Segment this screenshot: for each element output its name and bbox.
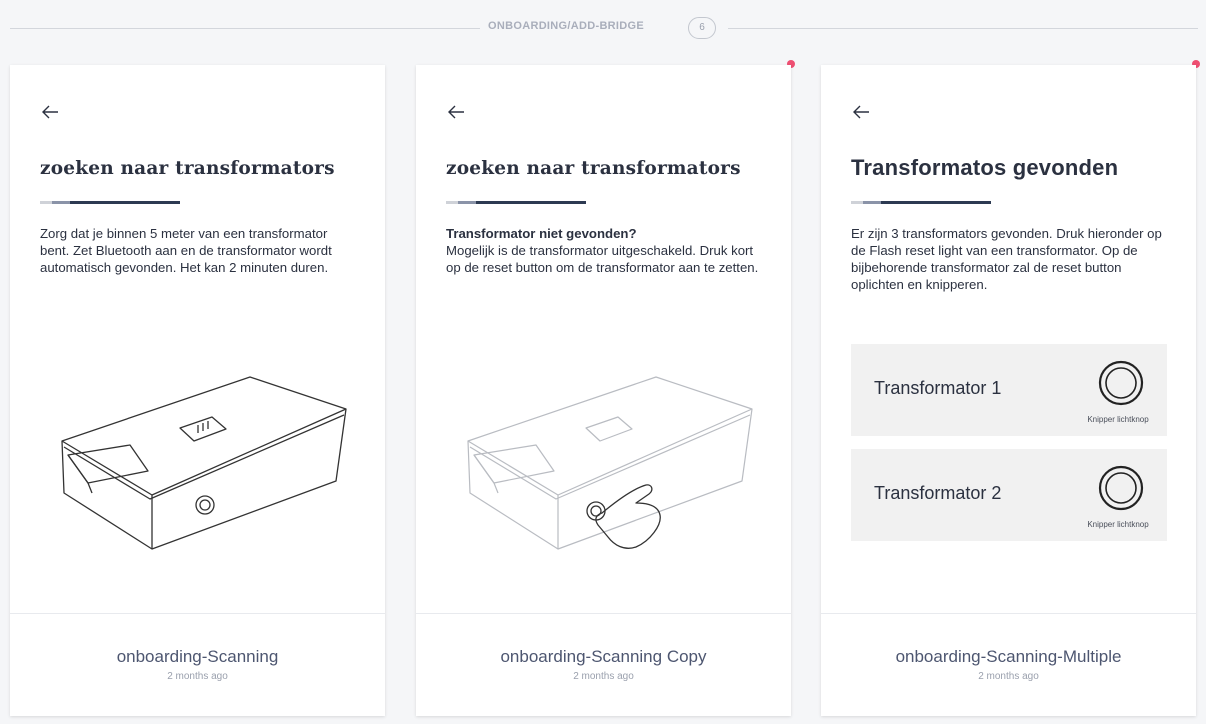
flash-reset-button-icon[interactable] xyxy=(1096,463,1146,513)
divider xyxy=(10,28,480,29)
body-heading: Transformator niet gevonden? xyxy=(446,226,637,241)
progress-indicator xyxy=(40,201,180,204)
divider xyxy=(728,28,1198,29)
card-divider xyxy=(821,613,1196,614)
artboard-preview[interactable]: Transformatos gevonden Er zijn 3 transfo… xyxy=(821,65,1196,613)
transformer-label: Transformator 1 xyxy=(874,378,1002,398)
back-arrow-icon[interactable] xyxy=(851,103,871,121)
back-arrow-icon[interactable] xyxy=(40,103,60,121)
artboard-timestamp: 2 months ago xyxy=(573,671,634,682)
artboard-name[interactable]: onboarding-Scanning Copy xyxy=(416,647,791,667)
transformer-result-item[interactable]: Transformator 1 Knipper lichtknop xyxy=(851,344,1167,436)
artboard-timestamp: 2 months ago xyxy=(167,671,228,682)
body-text: Zorg dat je binnen 5 meter van een trans… xyxy=(40,226,332,275)
flash-button-caption: Knipper lichtknop xyxy=(1087,520,1149,529)
artboard-card[interactable]: zoeken naar transformators Zorg dat je b… xyxy=(10,65,385,716)
card-divider xyxy=(10,613,385,614)
artboard-card[interactable]: zoeken naar transformators Transformator… xyxy=(416,65,791,716)
screen-title: zoeken naar transformators xyxy=(40,158,335,179)
transformer-box-illustration xyxy=(61,376,347,550)
artboard-preview[interactable]: zoeken naar transformators Zorg dat je b… xyxy=(10,65,385,613)
card-divider xyxy=(416,613,791,614)
body-text: Transformator niet gevonden? Mogelijk is… xyxy=(446,225,764,276)
screen-title: zoeken naar transformators xyxy=(446,158,741,179)
transformer-box-press-illustration xyxy=(467,376,753,550)
section-title: ONBOARDING/ADD-BRIDGE xyxy=(488,20,645,32)
section-header: ONBOARDING/ADD-BRIDGE 6 xyxy=(0,0,1206,60)
artboard-card[interactable]: Transformatos gevonden Er zijn 3 transfo… xyxy=(821,65,1196,716)
artboard-name[interactable]: onboarding-Scanning-Multiple xyxy=(821,647,1196,667)
back-arrow-icon[interactable] xyxy=(446,103,466,121)
transformer-label: Transformator 2 xyxy=(874,483,1002,503)
artboard-name[interactable]: onboarding-Scanning xyxy=(10,647,385,667)
screen-title: Transformatos gevonden xyxy=(851,155,1119,180)
section-count-badge: 6 xyxy=(688,17,716,39)
artboard-timestamp: 2 months ago xyxy=(978,671,1039,682)
transformer-result-item[interactable]: Transformator 2 Knipper lichtknop xyxy=(851,449,1167,541)
flash-button-caption: Knipper lichtknop xyxy=(1087,415,1149,424)
flash-reset-button-icon[interactable] xyxy=(1096,358,1146,408)
progress-indicator xyxy=(446,201,586,204)
body-paragraph: Mogelijk is de transformator uitgeschake… xyxy=(446,243,759,275)
body-text: Er zijn 3 transformators gevonden. Druk … xyxy=(851,226,1162,292)
artboard-preview[interactable]: zoeken naar transformators Transformator… xyxy=(416,65,791,613)
progress-indicator xyxy=(851,201,991,204)
